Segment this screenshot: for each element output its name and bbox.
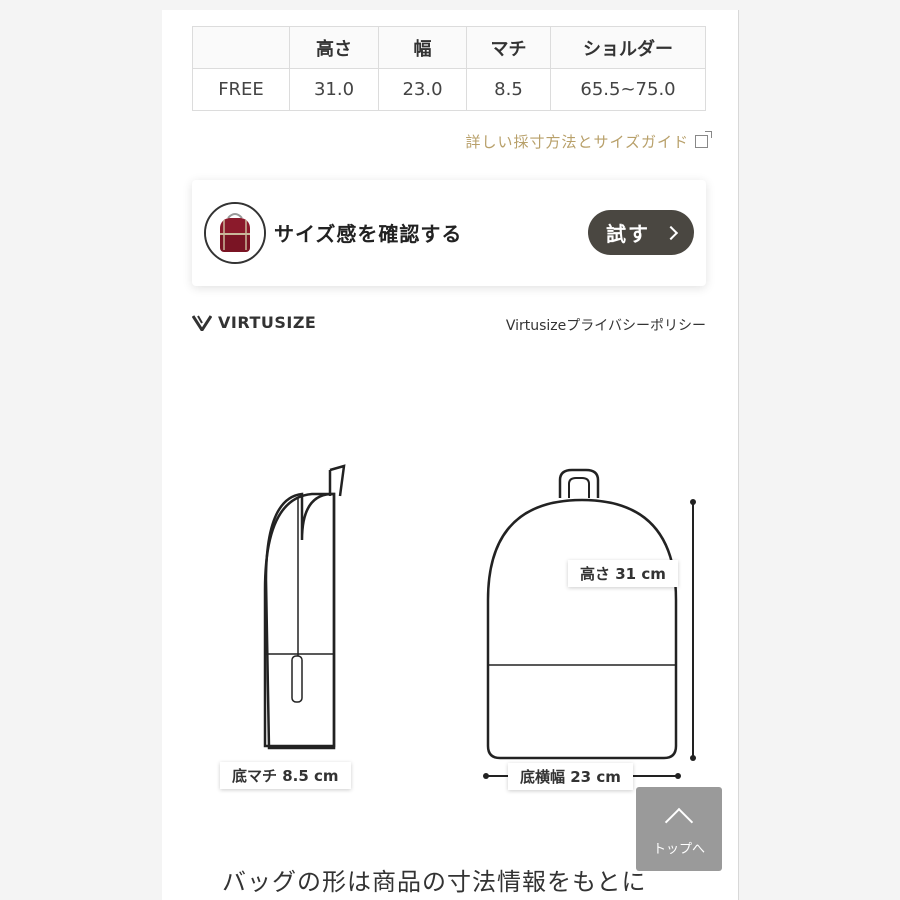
- size-table-header: [192, 26, 290, 69]
- size-table-header: 高さ: [289, 26, 379, 69]
- bag-side-view: [263, 464, 346, 750]
- size-table-header: 幅: [378, 26, 467, 69]
- try-button-label: 試す: [606, 222, 650, 246]
- virtusize-privacy-link[interactable]: Virtusizeプライバシーポリシー: [506, 315, 706, 335]
- table-row: FREE 31.0 23.0 8.5 65.5~75.0: [192, 68, 706, 111]
- size-table-header: ショルダー: [550, 26, 706, 69]
- virtusize-logo: VIRTUSIZE: [192, 313, 316, 332]
- size-cell: 8.5: [466, 68, 551, 111]
- height-label: 高さ 31 cm: [568, 560, 678, 587]
- bag-shape-note: バッグの形は商品の寸法情報をもとに: [222, 868, 647, 896]
- virtusize-card[interactable]: サイズ感を確認する 試す: [192, 180, 706, 286]
- height-dimension-line: [690, 499, 696, 761]
- virtusize-v-icon: [192, 314, 212, 331]
- virtusize-logo-text: VIRTUSIZE: [218, 313, 317, 332]
- size-table-header: マチ: [466, 26, 551, 69]
- size-table: 高さ 幅 マチ ショルダー FREE 31.0 23.0 8.5 65.5~75…: [192, 26, 706, 111]
- side-depth-label: 底マチ 8.5 cm: [220, 762, 351, 789]
- back-to-top-label: トップへ: [652, 841, 705, 857]
- size-cell: FREE: [192, 68, 290, 111]
- external-link-icon: [695, 131, 712, 148]
- size-guide-link[interactable]: 詳しい採寸方法とサイズガイド: [465, 131, 712, 152]
- size-cell: 31.0: [289, 68, 379, 111]
- check-size-text: サイズ感を確認する: [274, 222, 463, 246]
- width-label: 底横幅 23 cm: [508, 763, 633, 790]
- backpack-thumbnail-icon: [204, 202, 266, 264]
- size-cell: 65.5~75.0: [550, 68, 706, 111]
- size-guide-label: 詳しい採寸方法とサイズガイド: [465, 133, 689, 151]
- size-cell: 23.0: [378, 68, 467, 111]
- bag-front-view: [486, 468, 678, 760]
- size-table-header-row: 高さ 幅 マチ ショルダー: [192, 26, 706, 69]
- chevron-right-icon: [663, 225, 679, 240]
- product-page: 高さ 幅 マチ ショルダー FREE 31.0 23.0 8.5 65.5~75…: [162, 10, 739, 900]
- back-to-top-button[interactable]: トップへ: [636, 787, 722, 871]
- try-button[interactable]: 試す: [588, 210, 694, 255]
- chevron-up-icon: [664, 807, 694, 836]
